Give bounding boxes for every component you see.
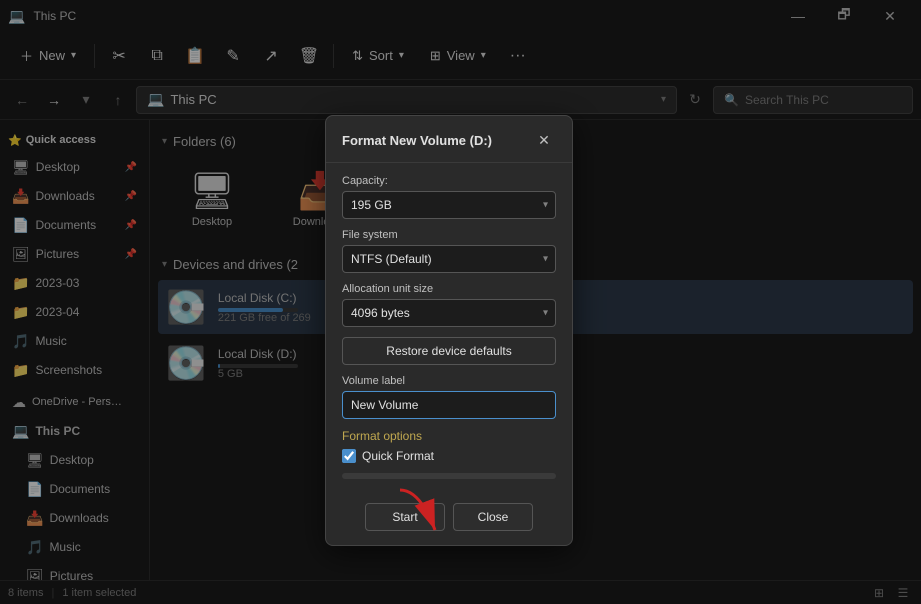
- format-dialog: Format New Volume (D:) ✕ Capacity: 195 G…: [325, 115, 573, 546]
- file-system-select[interactable]: NTFS (Default): [342, 245, 556, 273]
- capacity-select[interactable]: 195 GB: [342, 191, 556, 219]
- allocation-select[interactable]: 4096 bytes: [342, 299, 556, 327]
- modal-close-button[interactable]: ✕: [532, 128, 556, 152]
- allocation-label: Allocation unit size: [342, 283, 556, 295]
- capacity-select-wrapper: 195 GB: [342, 191, 556, 219]
- allocation-select-wrapper: 4096 bytes: [342, 299, 556, 327]
- file-system-label: File system: [342, 229, 556, 241]
- format-options-title: Format options: [342, 429, 556, 443]
- modal-overlay: Format New Volume (D:) ✕ Capacity: 195 G…: [0, 0, 921, 604]
- file-system-select-wrapper: NTFS (Default): [342, 245, 556, 273]
- volume-label-section: Volume label: [342, 375, 556, 419]
- progress-bar: [342, 473, 556, 479]
- quick-format-checkbox[interactable]: [342, 449, 356, 463]
- volume-label-title: Volume label: [342, 375, 556, 387]
- restore-defaults-button[interactable]: Restore device defaults: [342, 337, 556, 365]
- capacity-label: Capacity:: [342, 175, 556, 187]
- quick-format-label: Quick Format: [362, 449, 434, 463]
- format-options-section: Format options Quick Format: [342, 429, 556, 463]
- start-button[interactable]: Start: [365, 503, 445, 531]
- volume-label-input[interactable]: [342, 391, 556, 419]
- quick-format-item: Quick Format: [342, 449, 556, 463]
- modal-body: Capacity: 195 GB File system NTFS (Defau…: [326, 163, 572, 503]
- dialog-close-button[interactable]: Close: [453, 503, 533, 531]
- modal-title: Format New Volume (D:): [342, 133, 492, 148]
- modal-footer: Start Close: [326, 503, 572, 545]
- modal-title-bar: Format New Volume (D:) ✕: [326, 116, 572, 163]
